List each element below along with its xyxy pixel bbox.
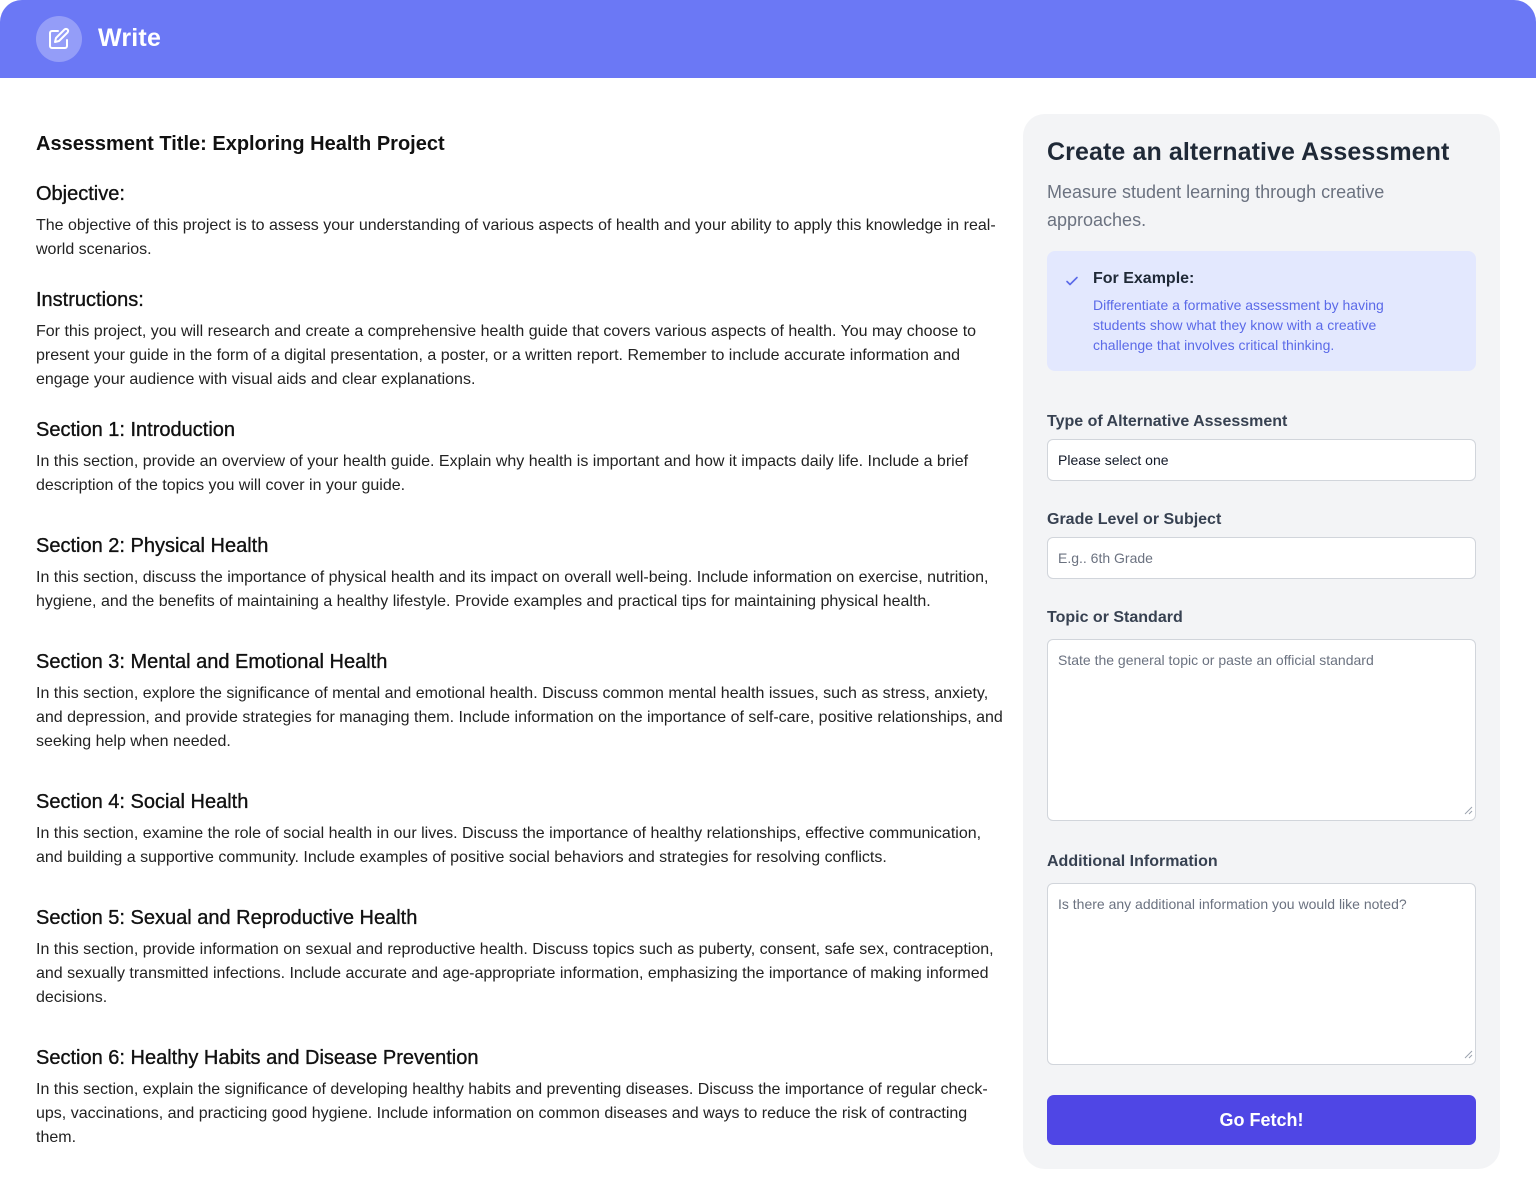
panel-subtitle: Measure student learning through creativ… [1047,182,1385,230]
app-title: Write [98,24,162,52]
additional-placeholder: Is there any additional information you … [1058,896,1407,912]
section-5: Section 5: Sexual and Reproductive Healt… [36,904,1006,1010]
check-icon [1064,273,1080,294]
section-4: Section 4: Social Health In this section… [36,788,1006,870]
example-text: Differentiate a formative assessment by … [1093,297,1384,353]
section-6: Section 6: Healthy Habits and Disease Pr… [36,1044,1006,1150]
topic-label: Topic or Standard [1047,609,1183,626]
section-heading: Section 6: Healthy Habits and Disease Pr… [36,1047,479,1069]
topic-textarea[interactable]: State the general topic or paste an offi… [1047,639,1476,821]
document-title: Assessment Title: Exploring Health Proje… [36,133,445,155]
assessment-form-panel: Create an alternative Assessment Measure… [1023,114,1500,1169]
resize-handle-icon[interactable] [1464,802,1473,818]
generated-document: Assessment Title: Exploring Health Proje… [36,128,1006,1150]
section-heading: Section 1: Introduction [36,419,236,441]
section-text: In this section, explain the significanc… [36,1081,988,1146]
objective-heading: Objective: [36,183,125,205]
go-fetch-button[interactable]: Go Fetch! [1047,1095,1476,1145]
assessment-type-select[interactable]: Please select one [1047,439,1476,481]
panel-title: Create an alternative Assessment [1047,138,1450,166]
objective-section: Objective: The objective of this project… [36,180,1006,262]
additional-info-textarea[interactable]: Is there any additional information you … [1047,883,1476,1065]
grade-level-input[interactable]: E.g.. 6th Grade [1047,537,1476,579]
app-header: Write [0,0,1536,78]
type-label: Type of Alternative Assessment [1047,413,1288,430]
assessment-type-value: Please select one [1058,452,1169,468]
instructions-section: Instructions: For this project, you will… [36,286,1006,392]
grade-label: Grade Level or Subject [1047,511,1222,528]
section-text: In this section, examine the role of soc… [36,825,982,866]
section-heading: Section 5: Sexual and Reproductive Healt… [36,907,418,929]
section-text: In this section, discuss the importance … [36,569,989,610]
instructions-text: For this project, you will research and … [36,323,977,388]
example-label: For Example: [1093,270,1195,287]
topic-placeholder: State the general topic or paste an offi… [1058,652,1374,668]
edit-icon[interactable] [36,16,82,62]
additional-label: Additional Information [1047,853,1218,870]
section-text: In this section, provide an overview of … [36,453,969,494]
objective-text: The objective of this project is to asse… [36,217,996,258]
section-3: Section 3: Mental and Emotional Health I… [36,648,1006,754]
instructions-heading: Instructions: [36,289,144,311]
example-callout: For Example: Differentiate a formative a… [1047,251,1476,371]
section-heading: Section 4: Social Health [36,791,249,813]
section-text: In this section, provide information on … [36,941,994,1006]
section-heading: Section 3: Mental and Emotional Health [36,651,388,673]
section-1: Section 1: Introduction In this section,… [36,416,1006,498]
grade-level-placeholder: E.g.. 6th Grade [1058,550,1153,566]
section-text: In this section, explore the significanc… [36,685,1003,750]
resize-handle-icon[interactable] [1464,1046,1473,1062]
section-2: Section 2: Physical Health In this secti… [36,532,1006,614]
section-heading: Section 2: Physical Health [36,535,269,557]
